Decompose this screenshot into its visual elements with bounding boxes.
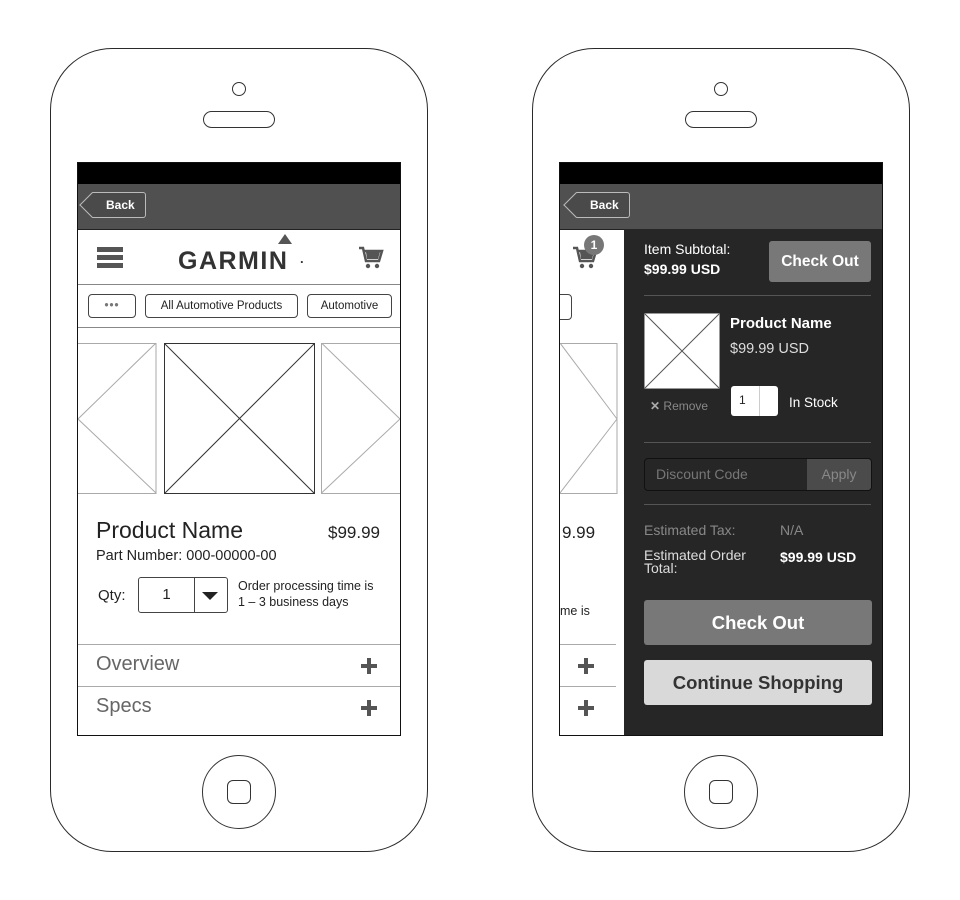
qty-select-value: 1 <box>162 586 171 603</box>
continue-shopping-button[interactable]: Continue Shopping <box>644 660 872 705</box>
accordion-overview-label: Overview <box>96 653 180 675</box>
processing-line-1: Order processing time is <box>238 579 374 593</box>
panel-divider <box>644 442 871 443</box>
product-name: Product Name <box>96 517 244 543</box>
cart-count-badge: 1 <box>584 235 604 255</box>
breadcrumb-more-button[interactable]: ••• <box>88 294 136 318</box>
panel-divider <box>644 504 871 505</box>
front-camera <box>232 82 246 96</box>
plus-icon <box>578 658 594 674</box>
order-total-label-line-2: Total: <box>644 560 678 576</box>
panel-divider <box>644 295 871 296</box>
breadcrumb-chip-peek <box>560 294 572 320</box>
processing-note: Order processing time is 1 – 3 business … <box>238 578 373 610</box>
back-label: Back <box>590 198 619 212</box>
product-image-carousel[interactable] <box>78 343 400 495</box>
price-peek: 9.99 <box>562 523 596 542</box>
screen-right: Back 1 9.99 me is Item Subtotal: $99.99 … <box>559 162 883 736</box>
carousel-peek <box>560 343 618 494</box>
back-button[interactable]: Back <box>92 192 146 218</box>
apply-button[interactable]: Apply <box>807 459 871 490</box>
order-total-label: Estimated Order Total: <box>644 548 746 576</box>
part-number: Part Number: 000-00000-00 <box>96 548 277 564</box>
plus-icon <box>578 700 594 716</box>
breadcrumb-automotive[interactable]: Automotive <box>307 294 392 318</box>
accordion-overview[interactable]: Overview <box>78 645 400 686</box>
qty-label: Qty: <box>98 587 126 604</box>
cart-icon[interactable] <box>358 246 384 270</box>
subtotal-value: $99.99 USD <box>644 261 721 277</box>
breadcrumb-all-automotive[interactable]: All Automotive Products <box>145 294 298 318</box>
earpiece-speaker <box>685 111 757 128</box>
discount-code-field: Discount Code Apply <box>644 458 872 491</box>
accordion-divider <box>560 644 616 645</box>
stock-status: In Stock <box>789 395 838 410</box>
cart-item-image <box>644 313 720 389</box>
home-square-icon <box>227 780 251 804</box>
processing-peek: me is <box>560 604 590 618</box>
processing-line-2: 1 – 3 business days <box>238 595 349 609</box>
remove-link[interactable]: ✕ Remove <box>650 399 708 413</box>
remove-label: Remove <box>663 399 709 413</box>
earpiece-speaker <box>203 111 275 128</box>
status-bar <box>78 163 400 184</box>
nav-bar: Back <box>78 184 400 230</box>
discount-code-input[interactable]: Discount Code <box>656 466 748 482</box>
cart-item-name: Product Name <box>730 315 832 332</box>
nav-bar: Back <box>560 184 882 230</box>
screen-left: Back GARMIN . ••• All Automotive Product… <box>77 162 401 736</box>
checkout-button-top[interactable]: Check Out <box>769 241 871 282</box>
back-label: Back <box>106 198 135 212</box>
accordion-specs-label: Specs <box>96 695 152 717</box>
status-bar <box>560 163 882 184</box>
chevron-down-icon <box>202 592 218 600</box>
home-button[interactable] <box>202 755 276 829</box>
hamburger-icon[interactable] <box>97 247 123 269</box>
plus-icon <box>361 658 377 674</box>
qty-select[interactable]: 1 <box>138 577 228 613</box>
accordion-specs[interactable]: Specs <box>78 687 400 729</box>
back-button[interactable]: Back <box>576 192 630 218</box>
plus-icon <box>361 700 377 716</box>
logo-triangle-icon <box>278 234 292 244</box>
breadcrumb-divider <box>78 327 400 328</box>
garmin-logo[interactable]: GARMIN <box>178 247 288 276</box>
cart-panel: Item Subtotal: $99.99 USD Check Out Prod… <box>624 229 882 735</box>
home-square-icon <box>709 780 733 804</box>
header-divider <box>78 284 400 285</box>
cart-item-qty-value: 1 <box>739 393 746 407</box>
tax-value: N/A <box>780 522 804 538</box>
order-total-value: $99.99 USD <box>780 549 857 565</box>
close-icon: ✕ <box>650 399 661 413</box>
home-button[interactable] <box>684 755 758 829</box>
logo-dot: . <box>300 251 304 266</box>
cart-item-qty-input[interactable]: 1 <box>731 386 778 416</box>
front-camera <box>714 82 728 96</box>
cart-item-price: $99.99 USD <box>730 341 809 357</box>
checkout-button[interactable]: Check Out <box>644 600 872 645</box>
product-price: $99.99 <box>328 523 380 542</box>
subtotal-label: Item Subtotal: <box>644 241 731 257</box>
tax-label: Estimated Tax: <box>644 522 736 538</box>
accordion-divider <box>560 686 616 687</box>
